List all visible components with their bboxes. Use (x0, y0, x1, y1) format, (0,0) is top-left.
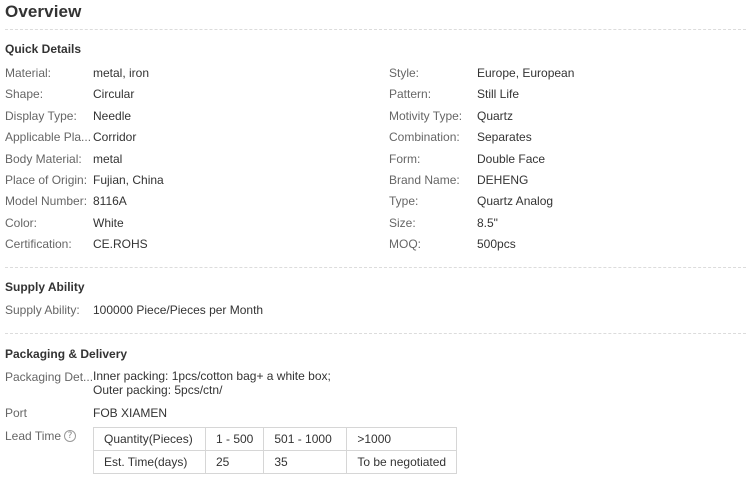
detail-label: MOQ: (389, 237, 421, 251)
packaging-heading: Packaging & Delivery (5, 347, 128, 361)
detail-label: Size: (389, 216, 416, 230)
quick-details-heading: Quick Details (5, 42, 82, 56)
detail-value: Still Life (477, 87, 520, 101)
detail-row: Applicable Pla... Corridor Combination: Sep… (0, 129, 755, 149)
detail-row: Body Material: metal Form: Double Face (0, 151, 755, 171)
table-cell: Est. Time(days) (93, 450, 206, 474)
detail-row: Shape: Circular Pattern: Still Life (0, 86, 755, 106)
detail-value: White (93, 216, 124, 230)
outer-packing-text: Outer packing: 5pcs/ctn/ (93, 383, 223, 397)
detail-label: Style: (389, 66, 420, 80)
supply-ability-label: Supply Ability: (5, 303, 80, 317)
table-cell: 501 - 1000 (263, 427, 348, 451)
detail-label: Combination: (389, 130, 460, 144)
port-value: FOB XIAMEN (93, 406, 168, 420)
detail-value: metal (93, 152, 123, 166)
table-cell: Quantity(Pieces) (93, 427, 206, 451)
detail-value: Europe, European (477, 66, 575, 80)
packaging-details-label: Packaging Det... (5, 370, 93, 384)
table-cell: To be negotiated (346, 450, 458, 474)
detail-label: Type: (389, 194, 419, 208)
supply-ability-heading: Supply Ability (5, 280, 85, 294)
detail-value: Circular (93, 87, 135, 101)
table-row: Est. Time(days) 25 35 To be negotiated (93, 450, 458, 474)
detail-row: Model Number: 8116A Type: Quartz Analog (0, 193, 755, 213)
detail-label: Form: (389, 152, 421, 166)
detail-row: Material: metal, iron Style: Europe, Europe… (0, 65, 755, 85)
detail-value: DEHENG (477, 173, 529, 187)
divider (5, 333, 746, 334)
port-label: Port (5, 406, 28, 420)
table-cell: 25 (204, 450, 265, 474)
detail-row: Place of Origin: Fujian, China Brand Name:… (0, 172, 755, 192)
divider (5, 29, 746, 30)
detail-value: Fujian, China (93, 173, 164, 187)
detail-value: Quartz Analog (477, 194, 554, 208)
detail-label: Motivity Type: (389, 109, 463, 123)
detail-value: Double Face (477, 152, 546, 166)
detail-value: Separates (477, 130, 532, 144)
detail-value: 8116A (93, 194, 127, 208)
table-cell: 35 (263, 450, 348, 474)
supply-ability-row: Supply Ability: 100000 Piece/Pieces per … (0, 302, 755, 322)
table-cell: >1000 (346, 427, 458, 451)
lead-time-label: Lead Time (5, 429, 62, 443)
port-row: Port FOB XIAMEN (0, 405, 755, 425)
detail-label: Brand Name: (389, 173, 460, 187)
detail-value: 8.5" (477, 216, 498, 230)
detail-row: Color: White Size: 8.5" (0, 215, 755, 235)
detail-value: metal, iron (93, 66, 150, 80)
page-title: Overview (5, 2, 82, 21)
table-cell: 1 - 500 (204, 427, 265, 451)
detail-label: Pattern: (389, 87, 432, 101)
detail-label: Color: (5, 216, 38, 230)
detail-value: Needle (93, 109, 132, 123)
supply-ability-value: 100000 Piece/Pieces per Month (93, 303, 264, 317)
detail-label: Body Material: (5, 152, 82, 166)
detail-label: Model Number: (5, 194, 88, 208)
detail-label: Shape: (5, 87, 44, 101)
detail-row: Display Type: Needle Motivity Type: Quartz (0, 108, 755, 128)
packaging-details-value: Inner packing: 1pcs/cotton bag+ a white … (93, 369, 331, 397)
detail-value: 500pcs (477, 237, 516, 251)
detail-label: Display Type: (5, 109, 77, 123)
detail-label: Place of Origin: (5, 173, 88, 187)
detail-value: CE.ROHS (93, 237, 148, 251)
inner-packing-text: Inner packing: 1pcs/cotton bag+ a white … (93, 369, 331, 383)
lead-time-table: Quantity(Pieces) 1 - 500 501 - 1000 >100… (93, 427, 458, 474)
detail-value: Corridor (93, 130, 137, 144)
detail-label: Applicable Pla... (5, 130, 92, 144)
detail-row: Certification: CE.ROHS MOQ: 500pcs (0, 236, 755, 256)
detail-value: Quartz (477, 109, 514, 123)
table-row: Quantity(Pieces) 1 - 500 501 - 1000 >100… (93, 427, 458, 451)
help-icon[interactable]: ? (64, 430, 76, 442)
detail-label: Material: (5, 66, 52, 80)
detail-label: Certification: (5, 237, 72, 251)
divider (5, 267, 746, 268)
